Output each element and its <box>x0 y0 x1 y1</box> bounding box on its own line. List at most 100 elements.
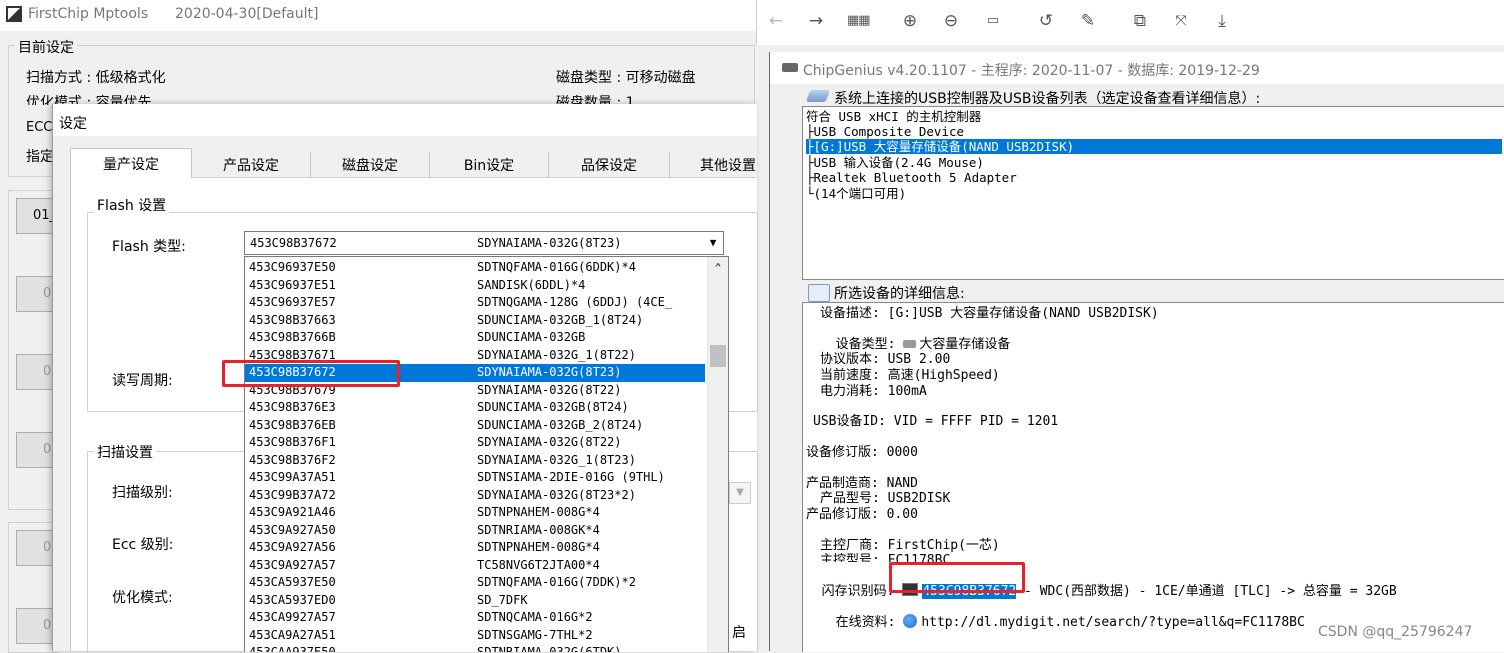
flash-list-item[interactable]: 453C98B376F1 SDYNAIAMA-032G(8T22) <box>245 434 705 452</box>
ecc-text: ECC <box>26 120 53 135</box>
flash-list-item[interactable]: 453C98B376F2 SDYNAIAMA-032G_1(8T23) <box>245 452 705 470</box>
flash-item-model: SDYNAIAMA-032G(8T22) <box>477 382 622 397</box>
viewer-toolbar: ← → ▦▦ ⊕ ⊖ ▭ ↺ ✎ ⧉ ⤧ ⤓ <box>756 0 1504 45</box>
mptool-title: FirstChip Mptools <box>28 6 149 22</box>
flash-dropdown-list[interactable]: 453C96937E50 SDTNQFAMA-016G(6DDK)*4 453C96… <box>244 256 729 652</box>
flash-item-model: SD_7DFK <box>477 592 528 607</box>
dialog-title: 设定 <box>59 116 87 132</box>
flash-item-id: 453C98B376F2 <box>249 452 336 467</box>
mptool-date: 2020-04-30[Default] <box>175 6 319 22</box>
detail-online: 在线资料: http://dl.mydigit.net/search/?type… <box>835 614 1305 630</box>
scroll-up-icon[interactable]: ⌃ <box>708 259 728 277</box>
flash-item-id: 453C96937E50 <box>249 260 336 274</box>
flash-item-model: SDTNSIAMA-2DIE-016G (9THL) <box>477 470 665 484</box>
forward-icon[interactable]: → <box>805 10 827 32</box>
flash-list-item[interactable]: 453C9A927A50 SDTNRIAMA-008GK*4 <box>245 522 705 540</box>
flash-combo-id: 453C98B37672 <box>250 236 337 250</box>
detail-desc: 设备描述: [G:]USB 大容量存储设备(NAND USB2DISK) <box>820 306 1159 321</box>
storage-device-icon <box>903 340 917 348</box>
tree-item-1[interactable]: ├USB Composite Device <box>806 124 964 139</box>
zoom-out-icon[interactable]: ⊖ <box>940 10 962 32</box>
tab-bin[interactable]: Bin设定 <box>429 152 548 178</box>
detail-vendor: 产品制造商: NAND <box>806 476 918 491</box>
list-scrollbar[interactable]: ⌃ <box>707 257 728 652</box>
tree-item-5[interactable]: └(14个端口可用) <box>806 186 906 201</box>
mptool-titlebar: FirstChip Mptools 2020-04-30[Default] <box>0 0 756 31</box>
rotate-icon[interactable]: ↺ <box>1035 10 1057 32</box>
flash-list-item[interactable]: 453C99B37A72 SDYNAIAMA-032G(8T23*2) <box>245 487 705 505</box>
tab-qa[interactable]: 品保设定 <box>548 152 669 178</box>
grid-icon[interactable]: ▦▦ <box>847 10 871 32</box>
flash-list-item[interactable]: 453C96937E50 SDTNQFAMA-016G(6DDK)*4 <box>245 259 705 277</box>
actual-size-icon[interactable]: ▭ <box>982 10 1004 32</box>
scan-level-label: 扫描级别: <box>112 485 173 501</box>
flash-group-title: Flash 设置 <box>94 195 170 215</box>
flash-list-item[interactable]: 453C99A37A51 SDTNSIAMA-2DIE-016G (9THL) <box>245 469 705 487</box>
tab-product[interactable]: 产品设定 <box>191 152 310 178</box>
flash-item-model: SDUNCIAMA-032GB <box>477 330 586 344</box>
details-header-icon <box>808 284 830 302</box>
highlight-box-right <box>889 562 1025 593</box>
flash-list-item[interactable]: 453C98B3766B SDUNCIAMA-032GB <box>245 329 705 347</box>
flash-list-item[interactable]: 453CA5937E50 SDTNQFAMA-016G(7DDK)*2 <box>245 574 705 592</box>
flash-list-item[interactable]: 453CA9A27A51 SDTNSGAMG-7THL*2 <box>245 627 705 645</box>
flash-item-model: SDYNAIAMA-032G_1(8T23) <box>477 452 636 467</box>
flash-item-id: 453CA9A27A51 <box>249 627 336 642</box>
flash-item-id: 453C9A927A57 <box>249 557 336 572</box>
flash-list-item[interactable]: 453C9A921A46 SDTNPNAHEM-008G*4 <box>245 504 705 522</box>
flash-item-model: SDTNQFAMA-016G(7DDK)*2 <box>477 575 636 589</box>
chipgenius-title: ChipGenius v4.20.1107 - 主程序: 2020-11-07 … <box>803 63 1260 79</box>
tree-item-3[interactable]: ├USB 输入设备(2.4G Mouse) <box>806 155 984 170</box>
flash-type-label: Flash 类型: <box>112 239 186 255</box>
tab-disk[interactable]: 磁盘设定 <box>310 152 429 178</box>
right-fragment-text: 启 <box>732 625 746 641</box>
tab-other[interactable]: 其他设置 <box>669 152 756 178</box>
scan-group-title: 扫描设置 <box>94 442 156 462</box>
flash-list-item[interactable]: 453C9A927A56 SDTNPNAHEM-008G*4 <box>245 539 705 557</box>
crop-icon[interactable]: ⧉ <box>1129 10 1151 32</box>
flash-list-item[interactable]: 453C96937E57 SDTNQGAMA-128G (6DDJ) (4CE_ <box>245 294 705 312</box>
flash-item-id: 453CA9927A57 <box>249 610 336 624</box>
edit-icon[interactable]: ✎ <box>1077 10 1099 32</box>
zoom-in-icon[interactable]: ⊕ <box>899 10 921 32</box>
scan-level-dropdown-arrow[interactable]: ▼ <box>729 482 751 504</box>
flash-list-item[interactable]: 453C98B37663 SDUNCIAMA-032GB_1(8T24) <box>245 312 705 330</box>
flash-item-model: SDYNAIAMA-032G_1(8T22) <box>477 347 636 362</box>
flash-list-item[interactable]: 453C96937E51 SANDISK(6DDL)*4 <box>245 277 705 295</box>
flash-item-model: SANDISK(6DDL)*4 <box>477 277 586 292</box>
tree-item-0[interactable]: 符合 USB xHCI 的主机控制器 <box>806 109 981 124</box>
details-header: 所选设备的详细信息: <box>834 286 965 302</box>
combo-dropdown-button[interactable]: ▼ <box>703 232 723 254</box>
flash-item-id: 453C98B376EB <box>249 417 336 432</box>
flash-list-item[interactable]: 453C9A927A57 TC58NVG6T2JTA00*4 <box>245 557 705 575</box>
download-icon[interactable]: ⤓ <box>1211 10 1233 32</box>
flash-item-model: SDTNQFAMA-016G(6DDK)*4 <box>477 260 636 274</box>
detail-ctrl-model: 主控型号: FC1178BC <box>820 553 951 562</box>
scroll-thumb[interactable] <box>710 345 726 367</box>
tree-item-4[interactable]: ├Realtek Bluetooth 5 Adapter <box>806 170 1017 185</box>
flash-list-item[interactable]: 453C98B376E3 SDUNCIAMA-032GB(8T24) <box>245 399 705 417</box>
flash-item-model: SDUNCIAMA-032GB_1(8T24) <box>477 312 644 327</box>
dialog-titlebar: 设定 <box>53 104 757 136</box>
flash-item-id: 453C9A927A50 <box>249 522 336 537</box>
rw-cycle-label: 读写周期: <box>112 373 173 389</box>
flash-item-id: 453C98B37663 <box>249 312 336 327</box>
flash-list-item[interactable]: 453C98B376EB SDUNCIAMA-032GB_2(8T24) <box>245 417 705 435</box>
detail-type: 设备类型: 大容量存储设备 <box>835 337 1011 352</box>
online-url-link[interactable]: http://dl.mydigit.net/search/?type=all&q… <box>921 615 1305 630</box>
tab-production[interactable]: 量产设定 <box>70 148 192 179</box>
flash-item-id: 453C96937E51 <box>249 277 336 292</box>
tree-item-2[interactable]: ├[G:]USB 大容量存储设备(NAND USB2DISK) <box>806 139 1502 154</box>
devices-header: 系统上连接的USB控制器及USB设备列表（选定设备查看详细信息）: <box>834 91 1261 107</box>
flash-list-item[interactable]: 453CA5937ED0 SD_7DFK <box>245 592 705 610</box>
flash-item-model: SDTNSGAMG-7THL*2 <box>477 627 593 642</box>
highlight-box-left <box>222 360 400 387</box>
fullscreen-icon[interactable]: ⤧ <box>1170 10 1192 32</box>
detail-revision: 设备修订版: 0000 <box>806 445 918 460</box>
flash-list-item[interactable]: 453CA9927A57 SDTNQCAMA-016G*2 <box>245 609 705 627</box>
flash-type-combo[interactable]: 453C98B37672 SDYNAIAMA-032G(8T23) ▼ <box>244 231 724 255</box>
detail-power: 电力消耗: 100mA <box>820 384 927 399</box>
flash-item-model: SDYNAIAMA-032G(8T23) <box>477 365 622 379</box>
assign-text: 指定 <box>26 149 54 165</box>
back-icon[interactable]: ← <box>765 10 787 32</box>
